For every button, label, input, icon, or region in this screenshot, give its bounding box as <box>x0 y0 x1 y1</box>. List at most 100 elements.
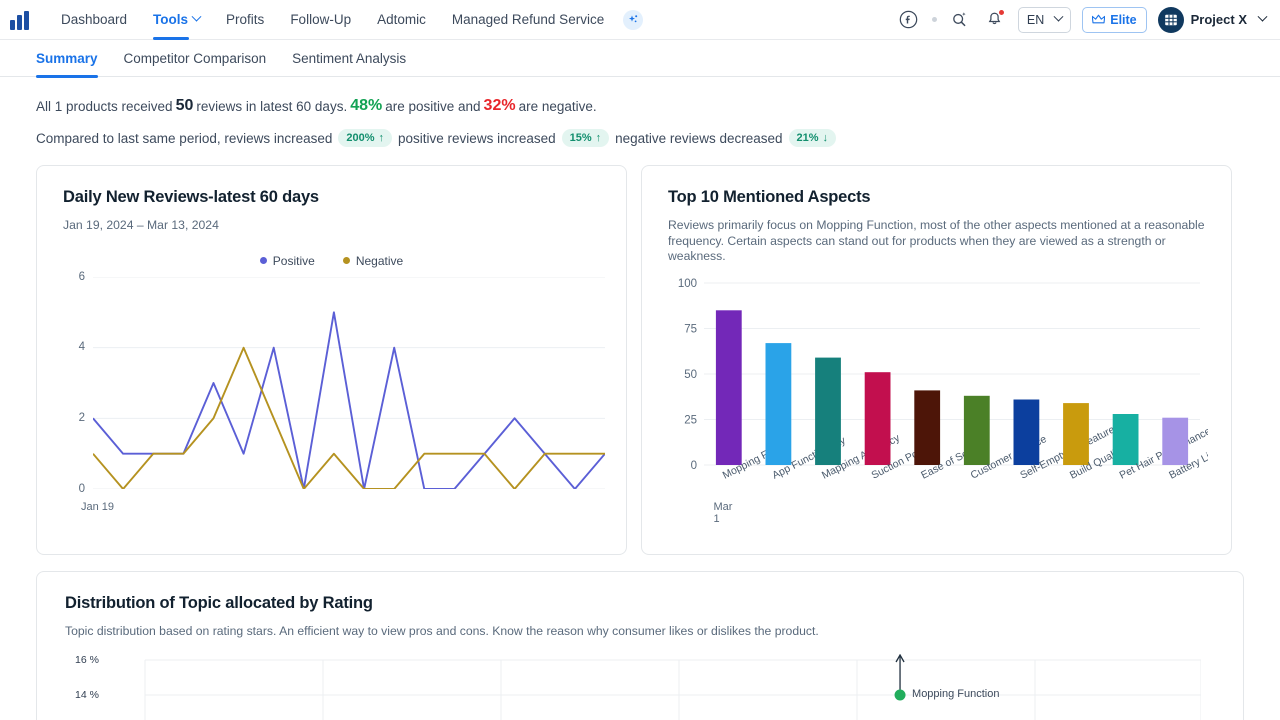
primary-nav-links: Dashboard Tools Profits Follow-Up Adtomic Man… <box>48 0 617 40</box>
y-axis-tick: 14 % <box>75 688 99 701</box>
bar-chart: 0 25 50 75 100 Mopping F... App Functionality M… <box>668 275 1208 530</box>
positive-change-badge: 15% ↑ <box>561 129 610 147</box>
bar-chart-plot: 0255075100Mopping F...App FunctionalityM… <box>678 278 1208 482</box>
y-axis-tick: 6 <box>78 270 85 283</box>
summary-text-block: All 1 products received 50 reviews in la… <box>0 97 1280 147</box>
arrow-down-icon: ↓ <box>822 132 829 144</box>
language-selector[interactable]: EN <box>1017 6 1072 33</box>
nav-link-label: Adtomic <box>377 12 426 27</box>
bar <box>1112 413 1139 465</box>
review-count: 50 <box>175 97 194 114</box>
line-chart-x-axis: Jan 19 Mar 1 <box>81 501 732 525</box>
y-axis-tick: 16 % <box>75 653 99 666</box>
status-dot <box>931 17 937 22</box>
y-axis-tick: 50 <box>684 369 697 381</box>
nav-link-label: Tools <box>153 12 189 27</box>
line-chart-y-axis: 0 2 4 6 <box>63 271 85 495</box>
scatter-chart: 16 % 14 % Mopping Function <box>65 653 1215 720</box>
avatar <box>1157 6 1184 33</box>
scatter-chart-plot <box>144 653 1201 720</box>
facebook-icon[interactable] <box>897 8 921 32</box>
summary-l2-part1: Compared to last same period, reviews in… <box>36 130 333 146</box>
section-tabs: Summary Competitor Comparison Sentiment An… <box>0 40 1280 78</box>
negative-percent: 32% <box>483 97 516 114</box>
nav-link-profits[interactable]: Profits <box>213 0 277 40</box>
summary-l1-part1: All 1 products received <box>36 98 173 114</box>
legend-label: Positive <box>272 253 315 268</box>
legend-item-positive[interactable]: Positive <box>259 253 315 268</box>
nav-link-managed-refund-service[interactable]: Managed Refund Service <box>439 0 617 40</box>
chevron-down-icon <box>191 11 202 22</box>
legend-dot-icon <box>342 257 350 265</box>
summary-l1-part2: reviews in latest 60 days. <box>196 98 348 114</box>
top-right-actions: EN Elite Project X <box>897 6 1268 33</box>
summary-l1-part4: are negative. <box>518 98 597 114</box>
negative-change-badge: 21% ↓ <box>788 129 837 147</box>
nav-link-label: Follow-Up <box>290 12 352 27</box>
legend-label: Negative <box>355 253 404 268</box>
y-axis-tick: 2 <box>78 411 85 424</box>
bar <box>1162 417 1189 465</box>
x-axis-tick: Jan 19 <box>81 500 115 513</box>
chevron-down-icon <box>1053 11 1064 22</box>
bar <box>1013 399 1040 465</box>
bar <box>715 310 742 465</box>
notification-badge <box>997 8 1005 16</box>
daily-reviews-date-range: Jan 19, 2024 – Mar 13, 2024 <box>63 218 219 232</box>
tab-summary[interactable]: Summary <box>36 40 98 78</box>
line-series-positive <box>93 310 605 489</box>
y-axis-tick: 100 <box>678 278 697 290</box>
top-navigation-bar: Dashboard Tools Profits Follow-Up Adtomic Man… <box>0 0 1280 40</box>
nav-link-label: Managed Refund Service <box>451 12 605 27</box>
notification-bell-icon[interactable] <box>983 8 1007 32</box>
legend-item-negative[interactable]: Negative <box>342 253 404 268</box>
summary-l2-part2: positive reviews increased <box>398 130 556 146</box>
arrow-up-icon: ↑ <box>378 132 385 144</box>
top-aspects-title: Top 10 Mentioned Aspects <box>668 188 871 206</box>
crown-icon <box>1092 14 1106 24</box>
daily-reviews-title: Daily New Reviews-latest 60 days <box>63 188 319 206</box>
bar <box>1063 402 1089 465</box>
plan-label: Elite <box>1110 12 1137 27</box>
line-chart-plot <box>93 276 605 489</box>
line-chart-legend: Positive Negative <box>63 254 600 268</box>
nav-link-tools[interactable]: Tools <box>140 0 213 40</box>
language-value: EN <box>1026 12 1045 27</box>
y-axis-tick: 75 <box>684 323 697 335</box>
reviews-change-badge: 200% ↑ <box>338 129 393 147</box>
y-axis-tick: 4 <box>78 341 85 354</box>
top-aspects-description: Reviews primarily focus on Mopping Funct… <box>668 218 1205 264</box>
bar-chart-logo-icon[interactable] <box>10 10 32 30</box>
chevron-down-icon <box>1257 11 1268 22</box>
account-menu[interactable]: Project X <box>1157 6 1268 33</box>
bar <box>963 395 990 465</box>
nav-link-follow-up[interactable]: Follow-Up <box>277 0 364 40</box>
tab-competitor-comparison[interactable]: Competitor Comparison <box>124 40 267 77</box>
summary-l2-part3: negative reviews decreased <box>615 130 783 146</box>
topic-distribution-card: Distribution of Topic allocated by Ratin… <box>36 571 1244 720</box>
distribution-title: Distribution of Topic allocated by Ratin… <box>65 594 373 612</box>
y-axis-tick: 0 <box>691 460 697 472</box>
scatter-point-label: Mopping Function <box>912 687 1000 700</box>
nav-link-label: Dashboard <box>61 12 128 27</box>
summary-line-2: Compared to last same period, reviews in… <box>36 129 1244 147</box>
search-sparkle-icon[interactable] <box>948 8 972 32</box>
nav-link-adtomic[interactable]: Adtomic <box>364 0 439 40</box>
nav-link-dashboard[interactable]: Dashboard <box>48 0 140 40</box>
line-chart: 0 2 4 6 Jan 19 Mar 1 <box>63 271 733 525</box>
scatter-point <box>894 689 906 701</box>
positive-percent: 48% <box>350 97 383 114</box>
charts-row: Daily New Reviews-latest 60 days Jan 19,… <box>0 165 1280 555</box>
plan-badge[interactable]: Elite <box>1082 6 1147 33</box>
summary-l1-part3: are positive and <box>385 98 481 114</box>
distribution-description: Topic distribution based on rating stars… <box>65 624 819 638</box>
positive-change-value: 15% <box>569 132 592 144</box>
y-axis-tick: 0 <box>78 482 85 495</box>
arrow-up-icon: ↑ <box>595 132 602 144</box>
bar <box>864 372 891 465</box>
account-name: Project X <box>1190 12 1247 27</box>
ai-sparkle-icon[interactable] <box>623 9 644 30</box>
tab-sentiment-analysis[interactable]: Sentiment Analysis <box>292 40 406 77</box>
y-axis-tick: 25 <box>684 414 697 426</box>
legend-dot-icon <box>259 257 267 265</box>
